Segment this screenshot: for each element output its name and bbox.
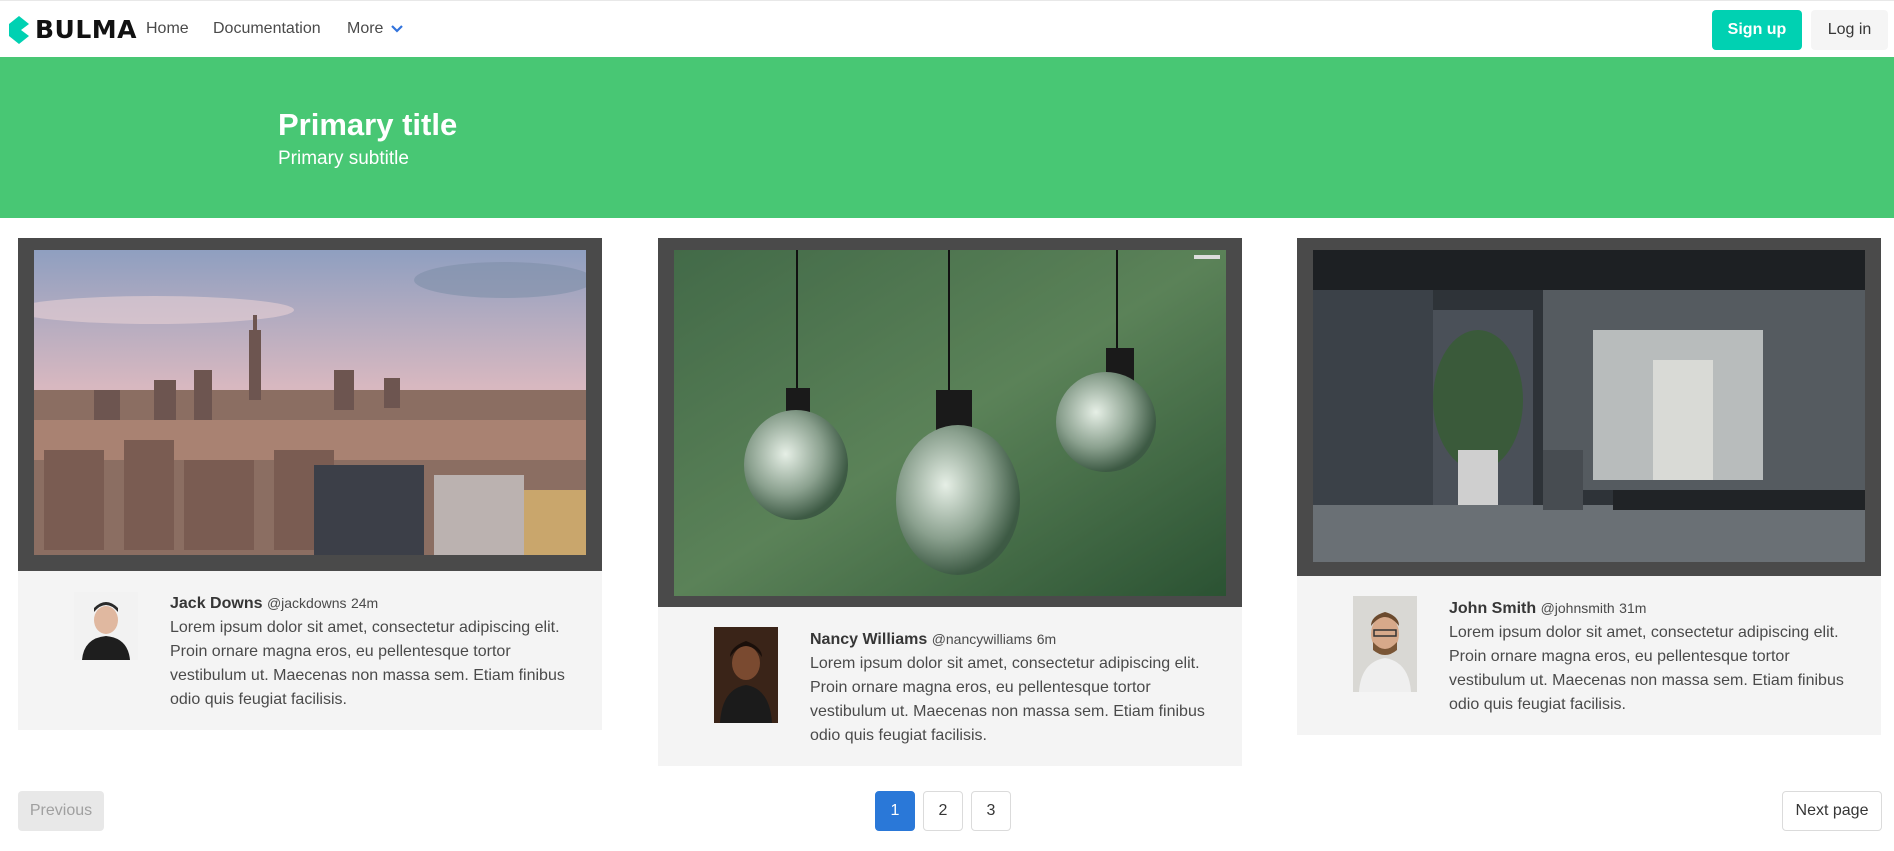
post-time: 31m [1619,600,1647,616]
card-content: John Smith @johnsmith 31m Lorem ipsum do… [1297,576,1881,735]
post-time: 6m [1036,631,1057,647]
hero-subtitle: Primary subtitle [278,148,409,169]
card-john-smith: John Smith @johnsmith 31m Lorem ipsum do… [1297,238,1881,735]
card-image [1297,238,1881,576]
card-image [18,238,602,571]
city-skyline-photo [34,250,586,555]
avatar-john-smith-image [1353,596,1417,692]
post-time: 24m [350,595,379,611]
card-content: Jack Downs @jackdowns 24m Lorem ipsum do… [18,571,602,730]
hero-banner: Primary title Primary subtitle [0,57,1894,218]
navbar: BULMA Home Documentation More Sign up Lo… [0,0,1894,57]
card-text: Lorem ipsum dolor sit amet, consectetur … [810,655,1205,744]
avatar-nancy-williams-image [714,627,778,723]
card-image [658,238,1242,607]
nav-documentation[interactable]: Documentation [213,20,321,38]
signup-button[interactable]: Sign up [1712,10,1802,50]
brand-text: BULMA [35,15,138,44]
card-meta: John Smith @johnsmith 31m Lorem ipsum do… [1449,596,1869,717]
card-meta: Nancy Williams @nancywilliams 6m Lorem i… [810,627,1230,748]
author-handle[interactable]: @johnsmith [1541,600,1615,616]
nav-more-dropdown[interactable]: More [347,20,404,38]
author-name[interactable]: Jack Downs [170,595,262,612]
pagination-page-1[interactable]: 1 [875,791,915,831]
pagination-next-button[interactable]: Next page [1782,791,1882,831]
author-handle[interactable]: @nancywilliams [932,631,1033,647]
avatar [74,592,138,660]
avatar [1353,596,1417,692]
bulma-logo-icon [9,15,29,44]
lightbulbs-photo [674,250,1226,596]
card-text: Lorem ipsum dolor sit amet, consectetur … [1449,624,1844,713]
card-meta: Jack Downs @jackdowns 24m Lorem ipsum do… [170,591,590,712]
nav-more-label: More [347,20,384,37]
author-name[interactable]: Nancy Williams [810,631,927,648]
pagination-page-2[interactable]: 2 [923,791,963,831]
avatar [714,627,778,723]
card-nancy-williams: Nancy Williams @nancywilliams 6m Lorem i… [658,238,1242,766]
nav-home[interactable]: Home [146,20,189,38]
avatar-jack-downs-image [74,592,138,660]
brand-logo[interactable]: BULMA [9,15,137,44]
login-button[interactable]: Log in [1811,10,1888,50]
pagination-page-3[interactable]: 3 [971,791,1011,831]
card-content: Nancy Williams @nancywilliams 6m Lorem i… [658,607,1242,766]
author-name[interactable]: John Smith [1449,600,1536,617]
card-jack-downs: Jack Downs @jackdowns 24m Lorem ipsum do… [18,238,602,730]
card-text: Lorem ipsum dolor sit amet, consectetur … [170,619,565,708]
pagination-previous-button[interactable]: Previous [18,791,104,831]
chevron-down-icon [391,25,404,33]
author-handle[interactable]: @jackdowns [267,595,347,611]
interior-photo [1313,250,1865,562]
hero-title: Primary title [278,107,458,142]
